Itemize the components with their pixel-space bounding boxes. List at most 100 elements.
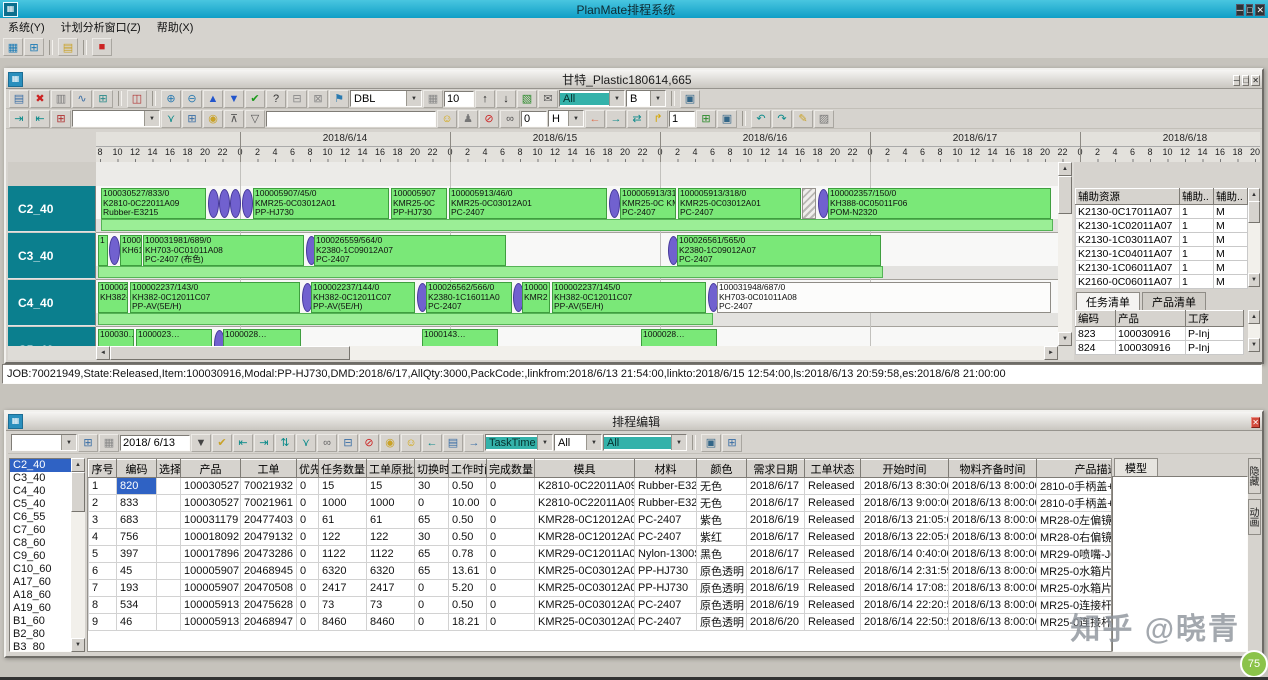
cell[interactable]: 1 [1180, 219, 1214, 233]
cell[interactable]: 9 [89, 614, 117, 631]
maximize-button[interactable]: □ [1246, 4, 1253, 16]
confirm-icon[interactable]: ✔ [212, 434, 232, 452]
cell[interactable]: Released [805, 597, 861, 614]
cell[interactable]: 100005913 [181, 597, 241, 614]
cell[interactable]: KMR28-0C12012A03 [535, 529, 635, 546]
cell[interactable]: 20479132 [241, 529, 297, 546]
cell[interactable]: 20468945 [241, 563, 297, 580]
scroll-left-button[interactable] [96, 346, 110, 360]
cell[interactable] [157, 563, 181, 580]
cell[interactable]: 122 [367, 529, 415, 546]
cell[interactable]: 820 [117, 478, 157, 495]
tab-model[interactable]: 模型 [1114, 458, 1158, 477]
cell[interactable]: 833 [117, 495, 157, 512]
chevron-down-icon[interactable] [650, 91, 665, 106]
cell[interactable]: 30 [415, 529, 449, 546]
cell[interactable]: 1 [1180, 205, 1214, 219]
cell[interactable]: K2810-0C22011A09 [535, 495, 635, 512]
filter-icon[interactable]: ⋎ [161, 110, 181, 128]
cell[interactable]: 824 [1076, 341, 1116, 355]
machine-row-label[interactable]: C5_40 [8, 327, 96, 346]
column-header[interactable]: 编码 [117, 460, 157, 478]
machine-list-item[interactable]: B2_80 [10, 628, 72, 641]
task-row[interactable]: 36831000311792047740306161650.500KMR28-0… [89, 512, 1113, 529]
cell[interactable]: 0 [487, 597, 535, 614]
cell[interactable]: KMR28-0C12012A03 [535, 512, 635, 529]
cell[interactable]: 2810-0手柄盖+慢(灯 [1037, 478, 1113, 495]
cell[interactable]: 2018/6/14 2:31:59 [861, 563, 949, 580]
cell[interactable]: 0 [415, 580, 449, 597]
machine-list-item[interactable]: C4_40 [10, 485, 72, 498]
cell[interactable]: 30 [415, 478, 449, 495]
cell[interactable]: 1000 [319, 495, 367, 512]
cell[interactable]: K2130-1C06011A07 [1076, 261, 1180, 275]
task-bar[interactable]: 100005913/310KMR25-0C KMPC-2407 [620, 188, 676, 219]
cell[interactable]: 13.61 [449, 563, 487, 580]
task-bar[interactable]: 100030… [98, 329, 134, 346]
machine-list-item[interactable]: B3_80 [10, 641, 72, 652]
cell[interactable]: 原色透明 [697, 614, 747, 631]
calendar-icon[interactable]: ▦ [423, 90, 443, 108]
chart-icon[interactable]: ▧ [517, 90, 537, 108]
resource-combo[interactable]: All [603, 434, 687, 451]
cell[interactable]: 100031179 [181, 512, 241, 529]
machine-list-item[interactable]: C8_60 [10, 537, 72, 550]
cell[interactable]: 20475628 [241, 597, 297, 614]
task-bar[interactable]: 100005907/45/0KMR25-0C03012A01PP-HJ730 [253, 188, 389, 219]
close-button[interactable]: ✕ [1255, 4, 1265, 16]
column-header[interactable]: 工序 [1186, 311, 1244, 327]
delete-icon[interactable]: ✖ [30, 90, 50, 108]
cell[interactable]: 0 [297, 580, 319, 597]
cell[interactable]: 65 [415, 512, 449, 529]
cell[interactable]: 2018/6/17 [747, 529, 805, 546]
cell[interactable]: KMR25-0C03012A01 [535, 563, 635, 580]
machine-row-label[interactable]: C3_40 [8, 233, 96, 279]
schedule-view-icon[interactable]: ⊞ [24, 38, 44, 56]
grid-icon[interactable]: ⊟ [338, 434, 358, 452]
cell[interactable]: Released [805, 529, 861, 546]
column-header[interactable]: 颜色 [697, 460, 747, 478]
cell[interactable]: 193 [117, 580, 157, 597]
cell[interactable]: 原色透明 [697, 597, 747, 614]
report-icon[interactable]: ▤ [58, 38, 78, 56]
stamp-icon[interactable]: ▥ [51, 90, 71, 108]
scroll-down-button[interactable] [1248, 273, 1260, 287]
cell[interactable]: 20477403 [241, 512, 297, 529]
task-bar[interactable]: 1000028… [641, 329, 717, 346]
task-row[interactable]: 539710001789620473286011221122650.780KMR… [89, 546, 1113, 563]
scroll-down-button[interactable] [1248, 338, 1260, 352]
cell[interactable]: KMR25-0C03012A01 [535, 614, 635, 631]
cell[interactable]: PC-2407 [635, 512, 697, 529]
cell[interactable]: MR25-0水箱片-J0 [1037, 580, 1113, 597]
cell[interactable]: Released [805, 512, 861, 529]
setup-marker[interactable] [609, 189, 620, 218]
cell[interactable]: 2018/6/13 8:00:00 [949, 546, 1037, 563]
cell[interactable]: 1 [89, 478, 117, 495]
scroll-up-button[interactable] [1248, 188, 1260, 202]
column-header[interactable]: 模具 [535, 460, 635, 478]
cell[interactable]: 73 [367, 597, 415, 614]
machine-list-scrollbar[interactable] [71, 458, 85, 652]
column-header[interactable]: 辅助.. [1214, 189, 1248, 205]
count-field[interactable] [669, 111, 695, 127]
cell[interactable]: 70021961 [241, 495, 297, 512]
cell[interactable]: 2018/6/13 21:05:00 [861, 512, 949, 529]
cell[interactable]: 0 [487, 495, 535, 512]
cell[interactable]: 100005913 [181, 614, 241, 631]
cell[interactable]: 10.00 [449, 495, 487, 512]
flag-icon[interactable]: ⚑ [329, 90, 349, 108]
cell[interactable] [157, 512, 181, 529]
lock-icon[interactable]: ◉ [380, 434, 400, 452]
go-start-icon[interactable]: ⇤ [233, 434, 253, 452]
column-header[interactable]: 材料 [635, 460, 697, 478]
cell[interactable]: Released [805, 478, 861, 495]
cell[interactable] [157, 580, 181, 597]
task-row[interactable]: 94610000591320468947084608460018.210KMR2… [89, 614, 1113, 631]
close-button[interactable]: ✕ [1251, 417, 1260, 428]
column-header[interactable]: 辅助资源 [1076, 189, 1180, 205]
curve-icon[interactable]: ∿ [72, 90, 92, 108]
cell[interactable]: 0.50 [449, 597, 487, 614]
forbid-icon[interactable]: ⊘ [479, 110, 499, 128]
calendar-icon[interactable]: ▦ [99, 434, 119, 452]
task-bar[interactable]: 100026562/566/0K2380-1C16011A0PC-2407 [426, 282, 512, 313]
